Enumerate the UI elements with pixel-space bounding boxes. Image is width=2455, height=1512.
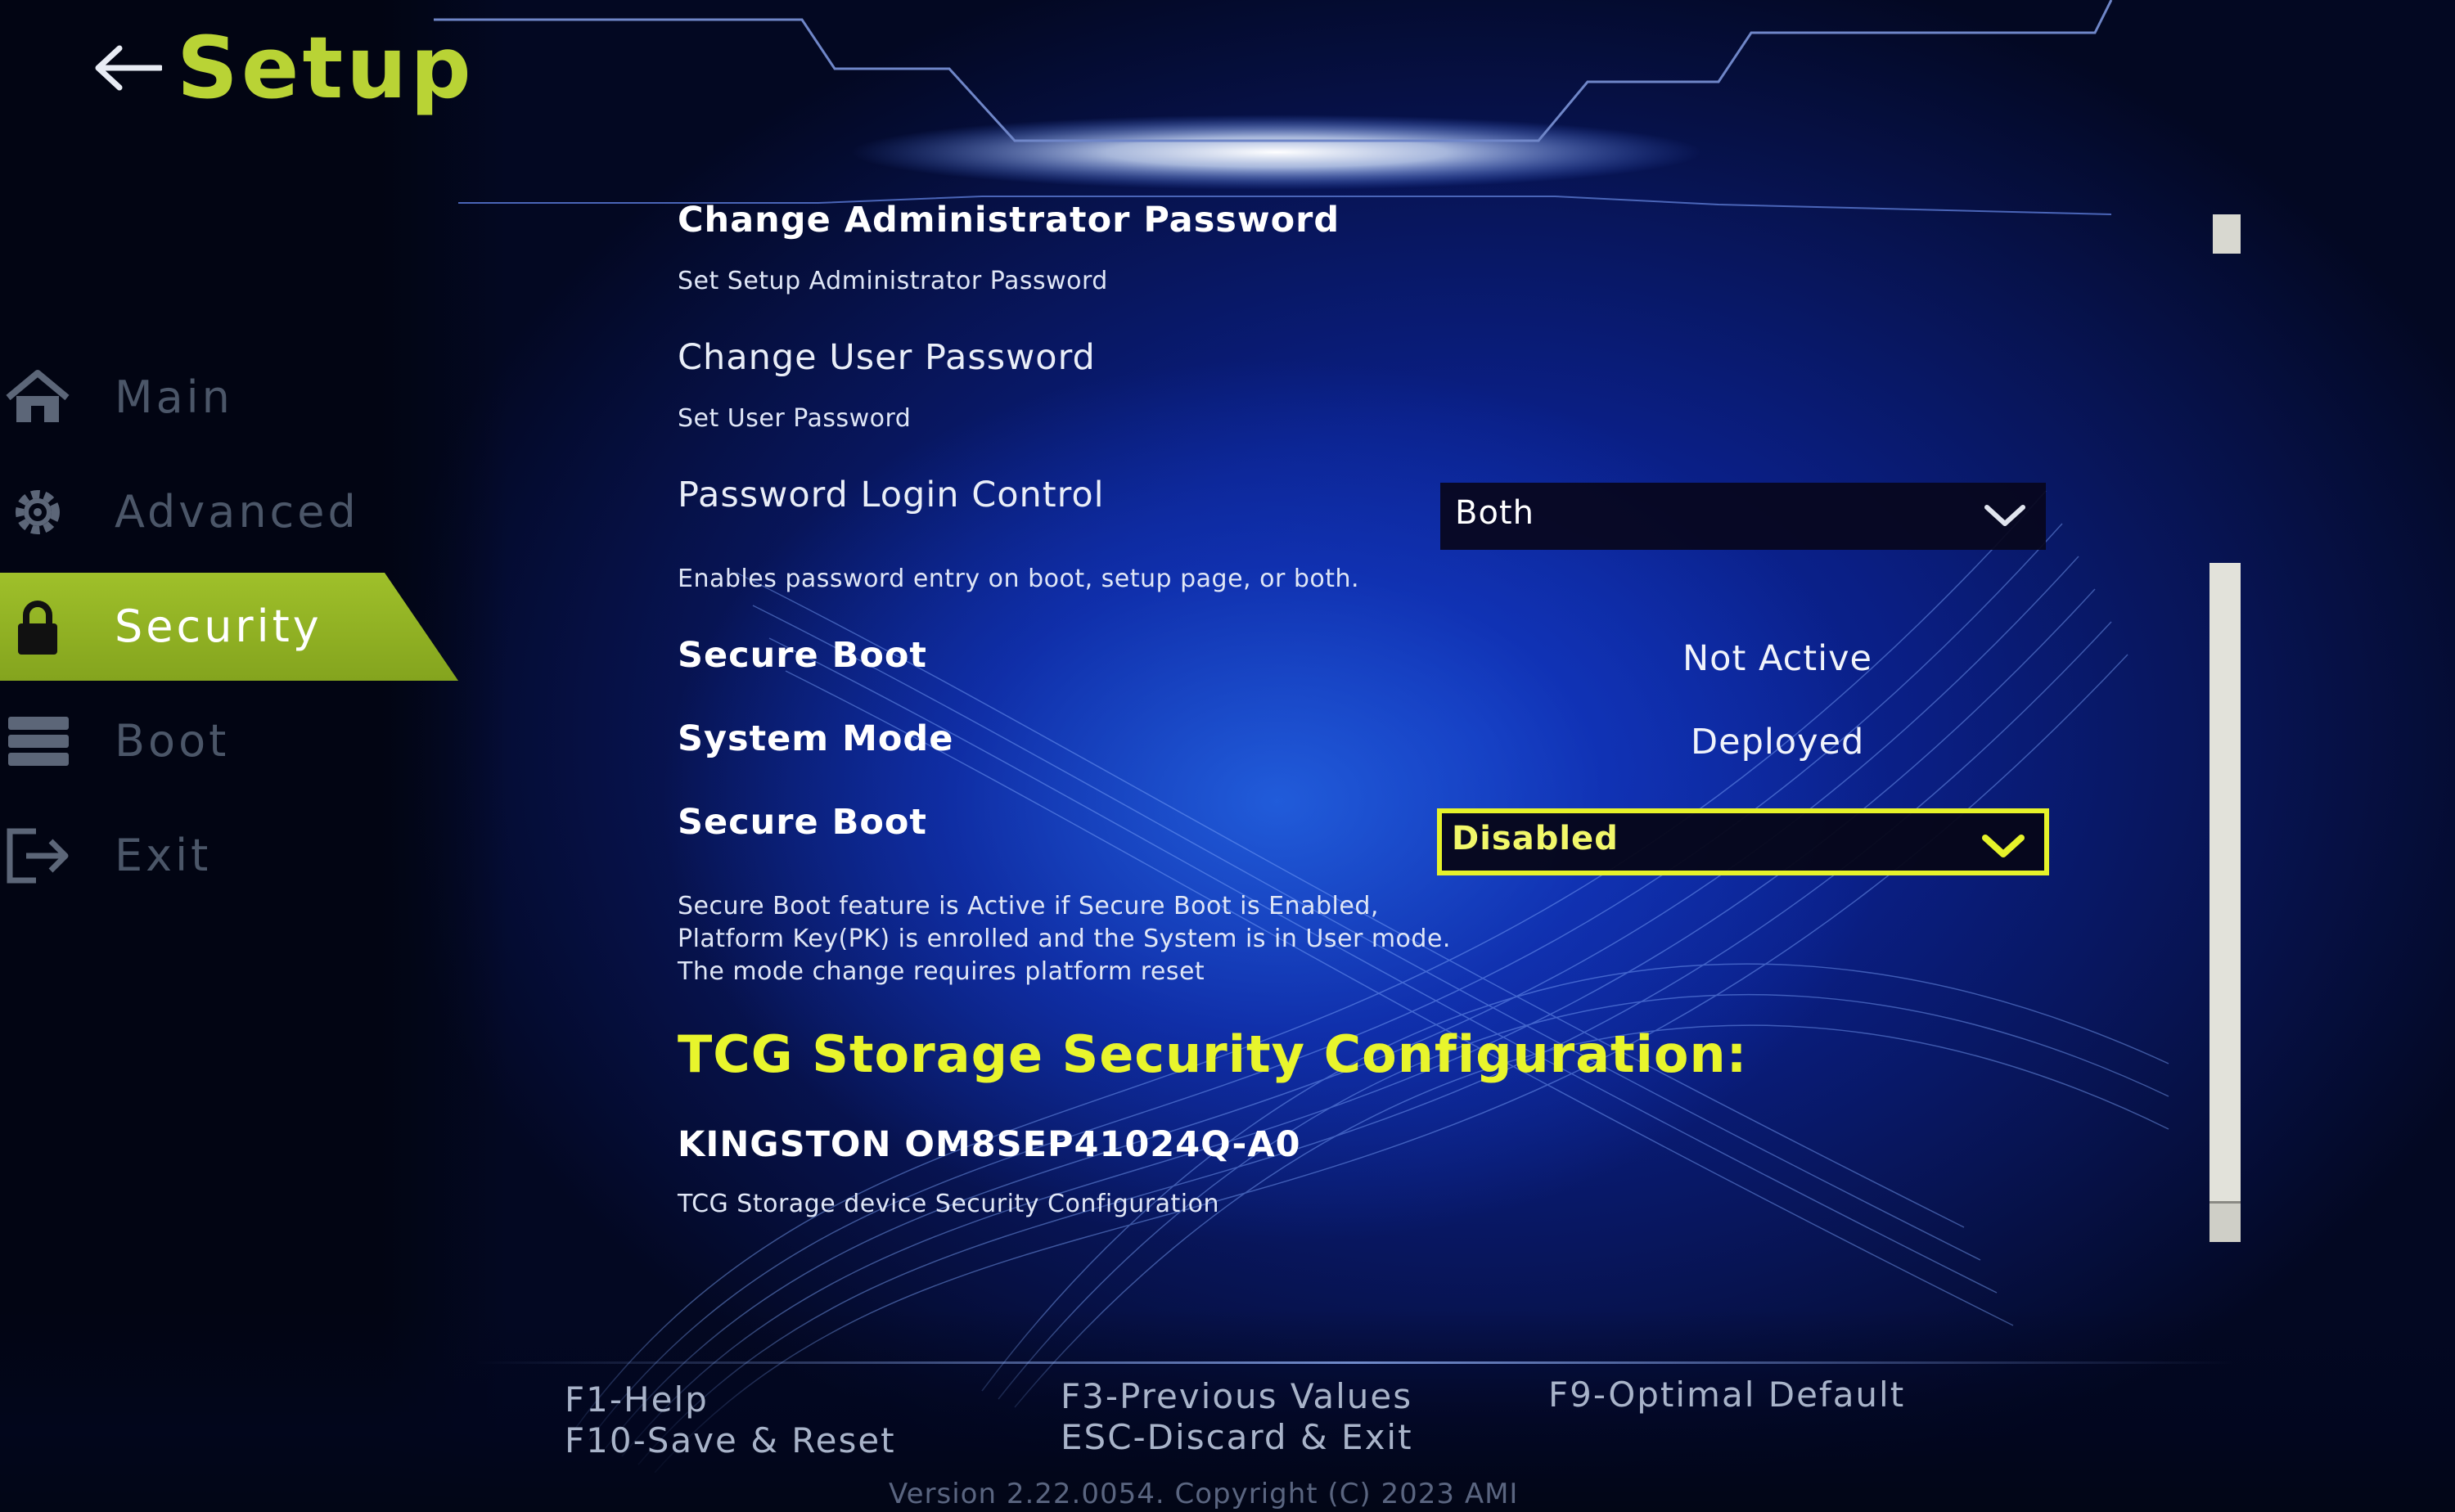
hotkey-f3-previous[interactable]: F3-Previous Values xyxy=(1061,1376,1412,1416)
setting-desc-secure-boot: Secure Boot feature is Active if Secure … xyxy=(678,890,1451,988)
setting-secure-boot: Secure Boot xyxy=(678,802,927,843)
sidebar-item-main[interactable]: Main xyxy=(0,344,458,452)
footer-divider xyxy=(475,1361,2234,1364)
setting-desc-password-login: Enables password entry on boot, setup pa… xyxy=(678,565,1360,593)
setting-user-password[interactable]: Change User Password xyxy=(678,337,1096,378)
home-icon xyxy=(6,370,70,422)
bios-screen: Setup Main Advanced Security Boot Exit C… xyxy=(0,0,2455,1512)
scrollbar-track[interactable] xyxy=(2210,563,2241,1242)
setting-desc-tcg-device: TCG Storage device Security Configuratio… xyxy=(678,1190,1219,1218)
setting-title: KINGSTON OM8SEP41024Q-A0 xyxy=(678,1124,1301,1165)
sidebar-item-label: Boot xyxy=(115,715,230,767)
hotkey-esc-discard[interactable]: ESC-Discard & Exit xyxy=(1061,1417,1413,1457)
tcg-section-heading: TCG Storage Security Configuration: xyxy=(678,1024,1748,1084)
sidebar-item-advanced[interactable]: Advanced xyxy=(0,458,458,566)
dropdown-value: Both xyxy=(1455,494,1534,532)
sidebar-item-security[interactable]: Security xyxy=(0,573,458,681)
sidebar-item-label: Security xyxy=(115,601,322,652)
sidebar-item-exit[interactable]: Exit xyxy=(0,802,458,910)
sidebar-item-label: Advanced xyxy=(115,486,359,538)
secure-boot-desc-line: The mode change requires platform reset xyxy=(678,957,1205,986)
chevron-down-icon xyxy=(1984,505,2025,526)
setting-secure-boot-status: Secure Boot xyxy=(678,635,927,676)
setting-title: Secure Boot xyxy=(678,802,927,843)
sidebar-nav: Main Advanced Security Boot Exit xyxy=(0,344,458,916)
gear-icon xyxy=(16,490,60,534)
hotkey-f9-default[interactable]: F9-Optimal Default xyxy=(1548,1375,1905,1415)
setting-title: Secure Boot xyxy=(678,635,927,676)
scrollbar-thumb[interactable] xyxy=(2210,1201,2241,1242)
secure-boot-dropdown[interactable]: Disabled xyxy=(1437,808,2049,875)
dropdown-value: Disabled xyxy=(1452,820,1619,857)
hotkey-f10-save[interactable]: F10-Save & Reset xyxy=(565,1420,896,1460)
scrollbar-top-marker[interactable] xyxy=(2213,214,2241,254)
sidebar-item-label: Main xyxy=(115,371,233,423)
sidebar-item-boot[interactable]: Boot xyxy=(0,687,458,795)
setting-title: System Mode xyxy=(678,718,954,759)
storage-icon xyxy=(8,717,69,766)
hotkey-f1-help[interactable]: F1-Help xyxy=(565,1379,709,1420)
system-mode-value: Deployed xyxy=(1691,722,1865,763)
setting-title: Change Administrator Password xyxy=(678,200,1340,241)
password-login-dropdown[interactable]: Both xyxy=(1440,483,2046,550)
setting-admin-password[interactable]: Change Administrator Password xyxy=(678,200,1340,241)
secure-boot-desc-line: Secure Boot feature is Active if Secure … xyxy=(678,892,1379,920)
secure-boot-status-value: Not Active xyxy=(1682,638,1873,679)
secure-boot-desc-line: Platform Key(PK) is enrolled and the Sys… xyxy=(678,925,1451,953)
setting-title: Change User Password xyxy=(678,337,1096,378)
sidebar-item-label: Exit xyxy=(115,830,212,881)
back-arrow-icon[interactable] xyxy=(92,43,162,92)
setting-password-login-control: Password Login Control xyxy=(678,475,1105,515)
setting-system-mode: System Mode xyxy=(678,718,953,759)
version-text: Version 2.22.0054. Copyright (C) 2023 AM… xyxy=(889,1478,1519,1510)
page-title: Setup xyxy=(92,15,475,121)
setting-desc-user-password: Set User Password xyxy=(678,404,912,433)
setting-title: Password Login Control xyxy=(678,475,1105,515)
exit-icon xyxy=(7,828,69,884)
chevron-down-icon xyxy=(1982,835,2025,857)
setting-tcg-device[interactable]: KINGSTON OM8SEP41024Q-A0 xyxy=(678,1124,1301,1165)
lock-icon xyxy=(18,601,57,655)
page-title-text: Setup xyxy=(177,18,475,118)
setting-desc-admin-password: Set Setup Administrator Password xyxy=(678,267,1108,295)
settings-panel: Change Administrator Password Set Setup … xyxy=(678,0,2069,1512)
